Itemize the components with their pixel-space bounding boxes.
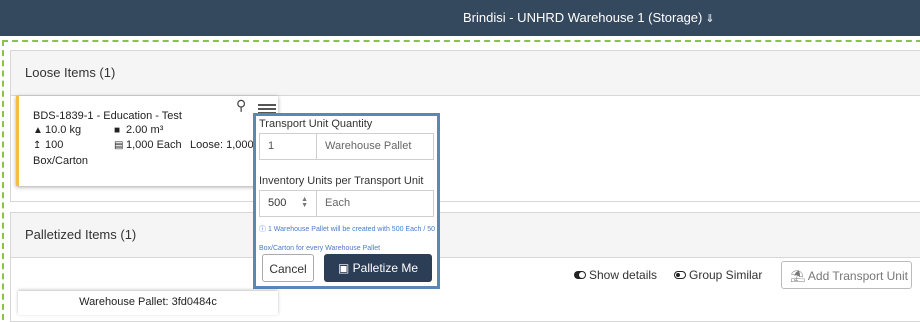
- show-details-label: Show details: [589, 268, 658, 282]
- add-transport-unit-button[interactable]: ⛱ Add Transport Unit: [781, 261, 912, 289]
- toggle-on-icon: [574, 271, 586, 279]
- item-units: 100: [45, 139, 64, 151]
- item-weight: 10.0 kg: [45, 124, 82, 136]
- cancel-button[interactable]: Cancel: [262, 254, 314, 282]
- item-volume: 2.00 m³: [126, 124, 164, 136]
- double-chevron-down-icon: ⇓: [705, 13, 715, 25]
- group-similar-toggle[interactable]: Group Similar: [674, 268, 762, 282]
- inv-per-tu-stepper[interactable]: 500 ▲ ▼: [259, 190, 317, 217]
- cart-icon: ▤: [114, 140, 124, 151]
- palletize-info-note: ⓘ 1 Warehouse Pallet will be created wit…: [259, 220, 437, 258]
- pallet-card-title: Warehouse Pallet: 3fd0484c: [79, 296, 217, 308]
- weight-icon: ▲: [33, 125, 43, 136]
- palletize-button-label: Palletize Me: [352, 261, 419, 275]
- save-icon: ▣: [337, 261, 350, 275]
- item-unit-type: Box/Carton: [33, 155, 89, 167]
- add-transport-unit-label: Add Transport Unit: [807, 269, 908, 283]
- group-similar-label: Group Similar: [689, 268, 763, 282]
- palletize-button[interactable]: ▣ Palletize Me: [324, 254, 432, 282]
- item-loose: Loose: 1,000: [190, 139, 254, 151]
- warehouse-selector[interactable]: Brindisi - UNHRD Warehouse 1 (Storage) ⇓: [463, 10, 715, 25]
- show-details-toggle[interactable]: Show details: [574, 268, 657, 282]
- loose-items-title: Loose Items (1): [11, 51, 920, 96]
- cube-icon: ■: [114, 125, 121, 136]
- pallet-card[interactable]: Warehouse Pallet: 3fd0484c: [18, 291, 278, 315]
- upload-icon: ↥: [33, 140, 42, 151]
- item-quantity: 1,000 Each: [126, 139, 182, 151]
- truck-icon: ⛱: [790, 269, 806, 283]
- top-bar: Brindisi - UNHRD Warehouse 1 (Storage) ⇓: [0, 0, 920, 36]
- inv-unit-field: Each: [316, 190, 434, 217]
- inv-per-tu-value: 500: [268, 197, 287, 209]
- palletize-popup: Transport Unit Quantity 1 Warehouse Pall…: [253, 113, 440, 289]
- inv-per-tu-label: Inventory Units per Transport Unit: [259, 175, 424, 187]
- item-title: BDS-1839-1 - Education - Test: [33, 110, 182, 122]
- toggle-off-icon: [674, 271, 686, 279]
- search-icon[interactable]: ⚲: [236, 97, 246, 114]
- tu-quantity-label: Transport Unit Quantity: [259, 118, 373, 130]
- tu-quantity-input[interactable]: 1: [259, 133, 317, 160]
- info-icon: ⓘ: [259, 226, 266, 233]
- warehouse-name: Brindisi - UNHRD Warehouse 1 (Storage): [463, 10, 703, 25]
- stepper-arrows-icon[interactable]: ▲ ▼: [301, 196, 308, 209]
- tu-type-field[interactable]: Warehouse Pallet: [316, 133, 434, 160]
- palletize-info-text: 1 Warehouse Pallet will be created with …: [259, 226, 436, 252]
- loose-item-card[interactable]: ⚲ BDS-1839-1 - Education - Test ▲ 10.0 kg…: [16, 96, 278, 186]
- palletized-items-title: Palletized Items (1): [11, 213, 920, 258]
